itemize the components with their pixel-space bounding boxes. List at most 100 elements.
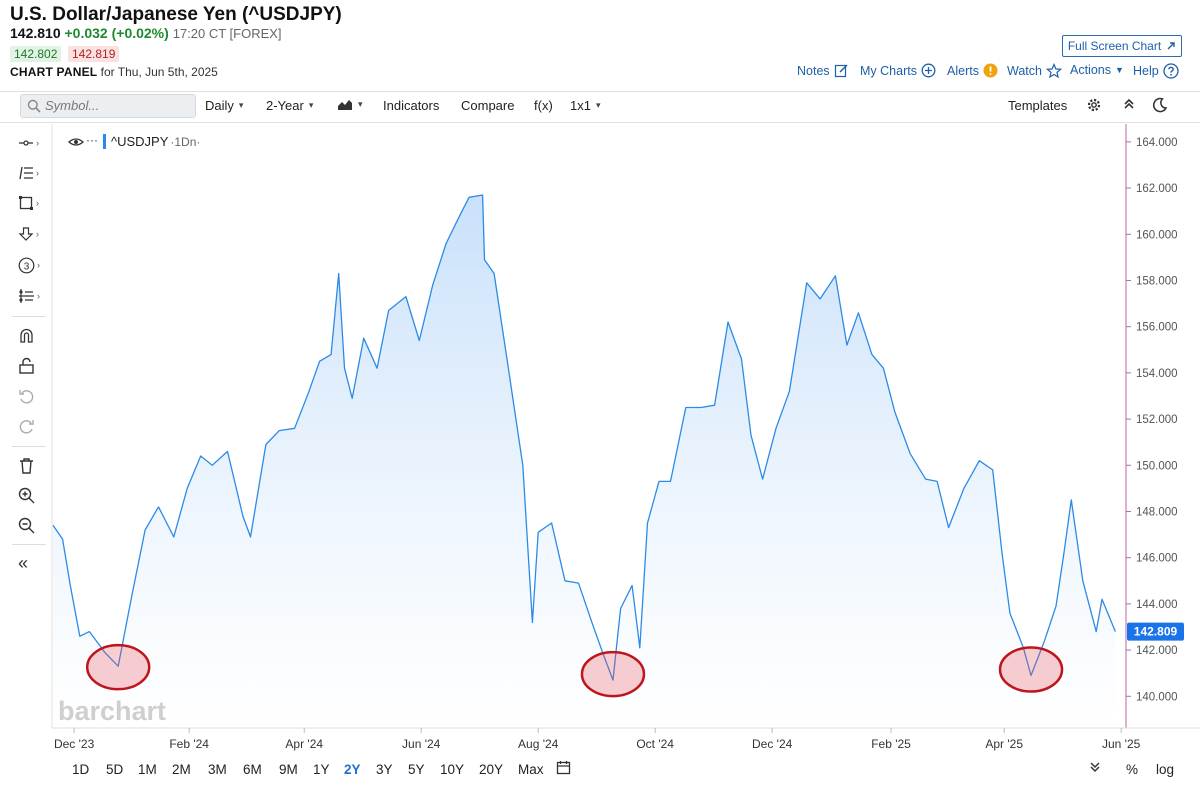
low-highlight-circle-2	[580, 650, 646, 698]
period-2y-button[interactable]: 2Y	[344, 762, 361, 777]
help-label: Help	[1133, 64, 1159, 78]
x-tick-label: Feb '25	[871, 737, 911, 751]
alerts-link[interactable]: Alerts	[947, 63, 998, 78]
quote-line: 142.810 +0.032 (+0.02%) 17:20 CT [FOREX]	[10, 25, 282, 41]
notes-link[interactable]: Notes	[797, 63, 849, 78]
y-tick-label: 142.000	[1136, 645, 1178, 657]
plus-circle-icon	[921, 63, 936, 78]
price-area-fill	[53, 195, 1116, 727]
legend-menu-icon[interactable]: ···	[86, 133, 98, 147]
series-legend: ··· ^USDJPY ·1Dn·	[68, 133, 200, 149]
dark-mode-button[interactable]	[1152, 97, 1168, 113]
x-tick-label: Aug '24	[518, 737, 559, 751]
function-button[interactable]: f(x)	[534, 98, 553, 113]
y-tick-label: 162.000	[1136, 183, 1178, 195]
range-label: 2-Year	[266, 98, 304, 113]
period-5y-button[interactable]: 5Y	[408, 762, 425, 777]
y-tick-label: 158.000	[1136, 275, 1178, 287]
notes-label: Notes	[797, 63, 830, 78]
y-tick-label: 140.000	[1136, 691, 1178, 703]
eye-icon[interactable]	[68, 138, 84, 146]
bid-price: 142.802	[10, 46, 62, 62]
y-tick-label: 160.000	[1136, 229, 1178, 241]
y-tick-label: 152.000	[1136, 414, 1178, 426]
actions-menu[interactable]: Actions ▼	[1070, 63, 1124, 77]
percent-scale-toggle[interactable]: %	[1126, 762, 1138, 777]
y-tick-label: 148.000	[1136, 506, 1178, 518]
legend-label: ^USDJPY ·1Dn·	[111, 134, 200, 149]
layout-dropdown[interactable]: 1x1 ▾	[570, 98, 601, 113]
expand-arrow-icon	[1167, 42, 1175, 50]
legend-color-swatch	[103, 134, 106, 149]
expand-bottom-button[interactable]	[1089, 760, 1101, 777]
settings-button[interactable]	[1086, 97, 1102, 113]
alerts-label: Alerts	[947, 63, 979, 78]
chart-panel-label: CHART PANEL for Thu, Jun 5th, 2025	[10, 65, 218, 79]
collapse-header-button[interactable]	[1122, 97, 1136, 111]
log-scale-toggle[interactable]: log	[1156, 762, 1174, 777]
gear-icon	[1087, 98, 1101, 112]
panel-date: for Thu, Jun 5th, 2025	[100, 65, 218, 79]
full-screen-chart-button[interactable]: Full Screen Chart	[1062, 35, 1182, 57]
my-charts-link[interactable]: My Charts	[860, 63, 936, 78]
y-tick-label: 144.000	[1136, 599, 1178, 611]
x-tick-label: Dec '23	[54, 737, 95, 751]
period-max-button[interactable]: Max	[518, 762, 544, 777]
price-axis: 140.000 142.000 144.000 146.000 148.000 150.0…	[1126, 137, 1178, 703]
price-chart[interactable]: 140.000 142.000 144.000 146.000 148.000 150.0…	[0, 124, 1200, 756]
x-tick-label: Dec '24	[752, 737, 793, 751]
y-tick-label: 146.000	[1136, 553, 1178, 565]
interval-label: Daily	[205, 98, 234, 113]
last-price: 142.810	[10, 25, 61, 41]
caret-down-icon: ▼	[1115, 65, 1124, 75]
chevron-down-icon: ▾	[595, 100, 601, 110]
period-3y-button[interactable]: 3Y	[376, 762, 393, 777]
compare-button[interactable]: Compare	[461, 98, 514, 113]
period-9m-button[interactable]: 9M	[279, 762, 298, 777]
period-10y-button[interactable]: 10Y	[440, 762, 464, 777]
price-change: +0.032 (+0.02%)	[64, 25, 169, 41]
symbol-search-input[interactable]: Symbol...	[20, 94, 196, 118]
period-1d-button[interactable]: 1D	[72, 762, 89, 777]
indicators-button[interactable]: Indicators	[383, 98, 439, 113]
period-1m-button[interactable]: 1M	[138, 762, 157, 777]
chevron-down-icon: ▾	[238, 100, 244, 110]
help-link[interactable]: Help	[1133, 63, 1179, 79]
watch-label: Watch	[1007, 64, 1042, 78]
my-charts-label: My Charts	[860, 63, 917, 78]
low-highlight-circle-1	[85, 643, 151, 691]
period-3m-button[interactable]: 3M	[208, 762, 227, 777]
y-tick-label: 156.000	[1136, 322, 1178, 334]
chevron-down-icon: ▾	[308, 100, 314, 110]
moon-icon	[1152, 97, 1168, 113]
calendar-icon	[556, 761, 571, 775]
templates-button[interactable]: Templates	[1008, 98, 1067, 113]
last-price-tag: 142.809	[1134, 625, 1178, 639]
x-tick-label: Apr '25	[985, 737, 1023, 751]
period-2m-button[interactable]: 2M	[172, 762, 191, 777]
period-5d-button[interactable]: 5D	[106, 762, 123, 777]
period-1y-button[interactable]: 1Y	[313, 762, 330, 777]
period-20y-button[interactable]: 20Y	[479, 762, 503, 777]
star-icon	[1045, 63, 1062, 79]
ask-price: 142.819	[68, 46, 120, 62]
calendar-button[interactable]	[556, 760, 571, 778]
period-6m-button[interactable]: 6M	[243, 762, 262, 777]
interval-dropdown[interactable]: Daily ▾	[205, 98, 243, 113]
y-tick-label: 150.000	[1136, 460, 1178, 472]
range-dropdown[interactable]: 2-Year ▾	[266, 98, 313, 113]
x-tick-label: Apr '24	[285, 737, 323, 751]
quote-time: 17:20 CT [FOREX]	[172, 26, 282, 41]
watch-link[interactable]: Watch	[1007, 63, 1062, 79]
area-layer	[52, 194, 1117, 727]
x-tick-label: Feb '24	[169, 737, 209, 751]
question-circle-icon	[1163, 63, 1179, 79]
x-tick-label: Jun '24	[402, 737, 441, 751]
actions-label: Actions	[1070, 63, 1111, 77]
mountain-chart-icon	[338, 100, 352, 110]
x-tick-label: Jun '25	[1102, 737, 1141, 751]
chart-type-dropdown[interactable]: ▾	[337, 98, 363, 111]
panel-name: CHART PANEL	[10, 65, 98, 79]
symbol-placeholder: Symbol...	[45, 98, 100, 113]
y-tick-label: 164.000	[1136, 137, 1178, 149]
